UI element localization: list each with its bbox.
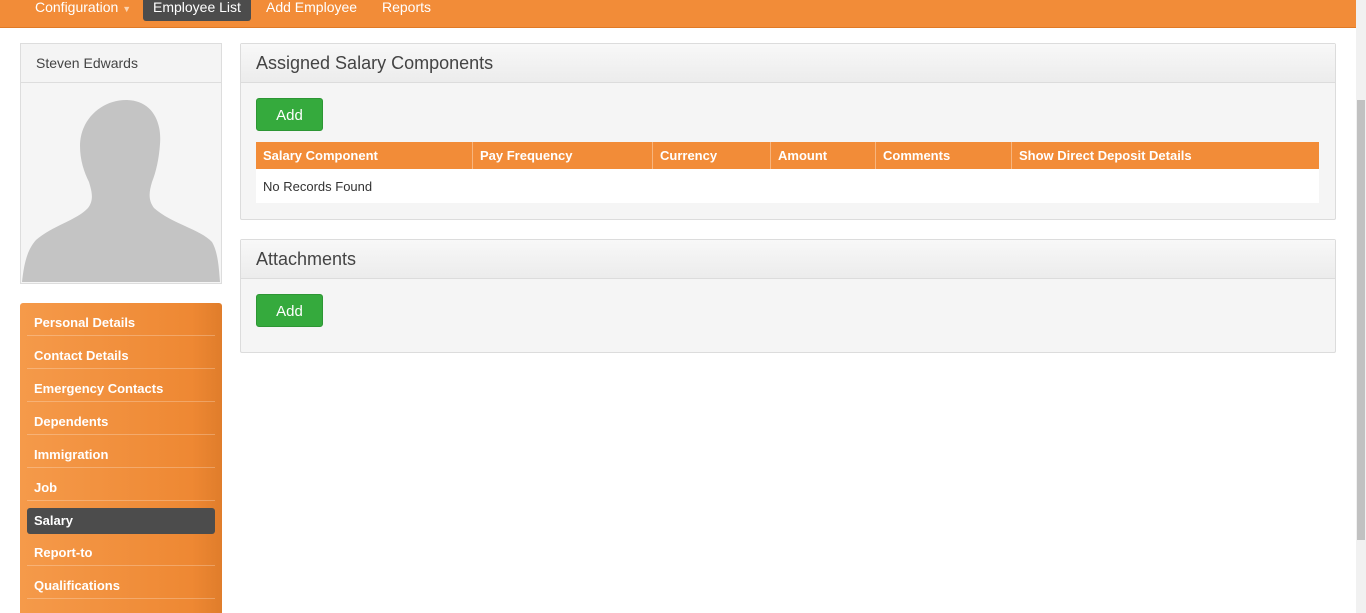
attachments-panel: Attachments Add — [240, 239, 1336, 353]
sidemenu-item-personal-details[interactable]: Personal Details — [27, 310, 215, 336]
top-nav: Configuration ▼ Employee List Add Employe… — [0, 0, 1356, 28]
salary-components-table: Salary Component Pay Frequency Currency … — [256, 142, 1319, 203]
column-header-comments[interactable]: Comments — [875, 142, 1012, 169]
sidemenu-item-report-to[interactable]: Report-to — [27, 540, 215, 566]
table-header-row: Salary Component Pay Frequency Currency … — [256, 142, 1319, 169]
sidemenu-item-salary[interactable]: Salary — [27, 508, 215, 534]
salary-components-panel: Assigned Salary Components Add Salary Co… — [240, 43, 1336, 220]
add-salary-component-button[interactable]: Add — [256, 98, 323, 131]
sidemenu-item-contact-details[interactable]: Contact Details — [27, 343, 215, 369]
nav-reports-label: Reports — [382, 0, 432, 15]
column-header-salary-component[interactable]: Salary Component — [256, 142, 473, 169]
sidemenu-item-dependents[interactable]: Dependents — [27, 409, 215, 435]
page-scrollbar[interactable] — [1356, 0, 1366, 613]
sidemenu-item-immigration[interactable]: Immigration — [27, 442, 215, 468]
sidemenu-item-qualifications[interactable]: Qualifications — [27, 573, 215, 599]
employee-name: Steven Edwards — [21, 44, 221, 83]
column-header-pay-frequency[interactable]: Pay Frequency — [472, 142, 653, 169]
nav-configuration-label: Configuration — [35, 0, 119, 15]
column-header-direct-deposit[interactable]: Show Direct Deposit Details — [1011, 142, 1319, 169]
table-row: No Records Found — [256, 169, 1319, 203]
nav-add-employee-label: Add Employee — [266, 0, 358, 15]
employee-photo[interactable] — [22, 84, 220, 282]
no-records-message: No Records Found — [256, 169, 1319, 203]
attachments-title: Attachments — [241, 240, 1335, 279]
nav-reports[interactable]: Reports — [372, 0, 441, 21]
column-header-amount[interactable]: Amount — [770, 142, 876, 169]
column-header-currency[interactable]: Currency — [652, 142, 771, 169]
employee-side-menu: Personal Details Contact Details Emergen… — [20, 303, 222, 613]
sidemenu-item-job[interactable]: Job — [27, 475, 215, 501]
nav-configuration[interactable]: Configuration ▼ — [25, 0, 141, 21]
salary-components-title: Assigned Salary Components — [241, 44, 1335, 83]
scrollbar-thumb[interactable] — [1357, 100, 1365, 540]
sidemenu-item-emergency-contacts[interactable]: Emergency Contacts — [27, 376, 215, 402]
employee-profile-card: Steven Edwards — [20, 43, 222, 284]
chevron-down-icon: ▼ — [122, 4, 132, 14]
add-attachment-button[interactable]: Add — [256, 294, 323, 327]
avatar-silhouette-icon — [22, 100, 220, 282]
nav-employee-list-label: Employee List — [153, 0, 241, 15]
nav-employee-list[interactable]: Employee List — [143, 0, 251, 21]
nav-add-employee[interactable]: Add Employee — [256, 0, 367, 21]
